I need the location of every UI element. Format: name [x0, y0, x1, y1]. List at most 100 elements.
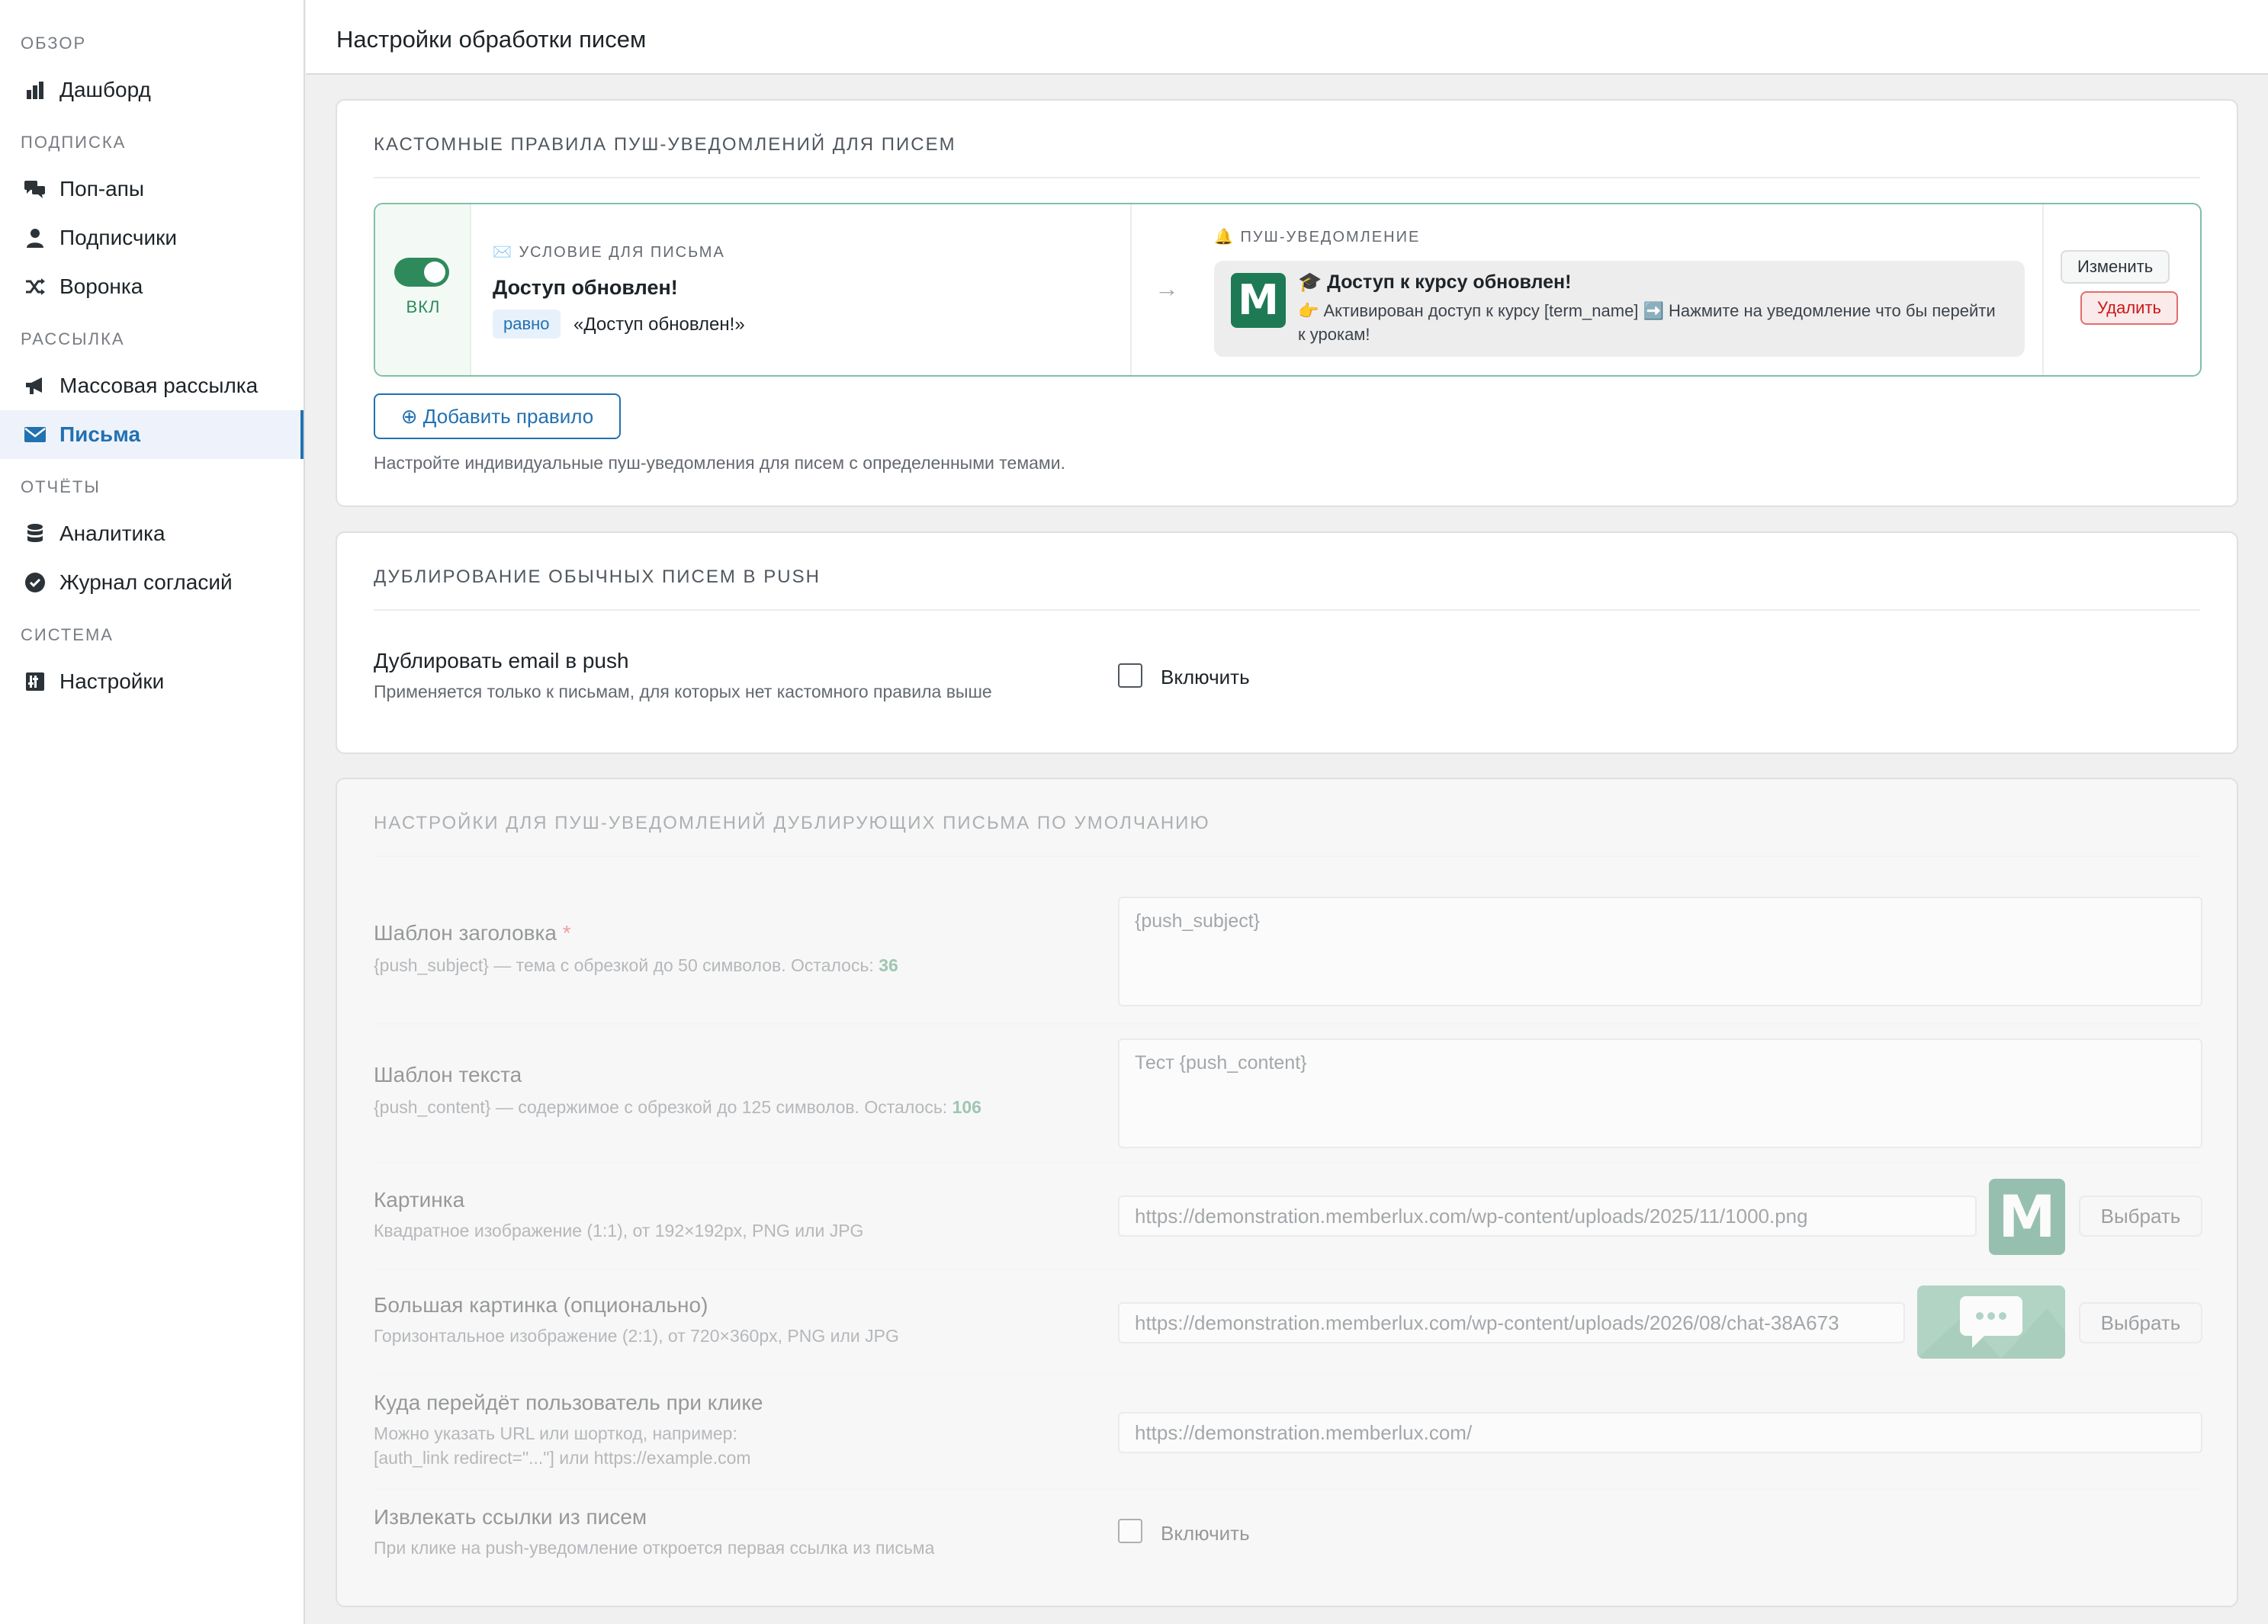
duplicate-label: Дублировать email в push — [374, 649, 629, 672]
sidebar-item-label: Журнал согласий — [59, 570, 233, 594]
text-template-label: Шаблон текста — [374, 1063, 522, 1086]
required-marker: * — [562, 921, 571, 945]
click-url-label: Куда перейдёт пользователь при клике — [374, 1391, 763, 1414]
row-divider — [374, 1269, 2200, 1270]
bar-chart-icon — [23, 78, 47, 102]
extract-links-label: Извлекать ссылки из писем — [374, 1505, 647, 1529]
sidebar: ОБЗОР Дашборд ПОДПИСКА Поп-апы Подписчик… — [0, 0, 305, 1624]
sidebar-item-label: Дашборд — [59, 78, 151, 101]
custom-rules-help: Настройте индивидуальные пуш-уведомления… — [374, 453, 1065, 473]
click-url-hint-line1: Можно указать URL или шорткод, например: — [374, 1423, 737, 1443]
extract-links-hint: При клике на push-уведомление откроется … — [374, 1538, 935, 1558]
sidebar-item-letters[interactable]: Письма — [0, 410, 304, 459]
extract-links-checkbox[interactable] — [1118, 1519, 1142, 1543]
extract-links-checkbox-label[interactable]: Включить — [1161, 1522, 1250, 1545]
sidebar-item-label: Воронка — [59, 274, 143, 298]
sidebar-item-label: Письма — [59, 422, 141, 446]
arrow-right-icon: → — [1155, 274, 1179, 302]
sidebar-item-popups[interactable]: Поп-апы — [0, 165, 304, 213]
memberlux-logo-icon: M — [1231, 273, 1286, 328]
text-template-hint: {push_content} — содержимое с обрезкой д… — [374, 1095, 981, 1119]
user-icon — [23, 226, 47, 250]
big-image-label: Большая картинка (опционально) — [374, 1293, 708, 1317]
push-heading: 🔔 ПУШ-УВЕДОМЛЕНИЕ — [1214, 229, 1421, 246]
click-url-input[interactable]: https://demonstration.memberlux.com/ — [1118, 1412, 2202, 1453]
sidebar-section-system: СИСТЕМА — [21, 625, 114, 644]
toggle-knob — [424, 262, 445, 283]
sidebar-section-reports: ОТЧЁТЫ — [21, 477, 101, 496]
push-title: 🎓 Доступ к курсу обновлен! — [1298, 271, 1572, 293]
sidebar-item-label: Аналитика — [59, 522, 165, 545]
subject-template-textarea[interactable]: {push_subject} — [1118, 897, 2202, 1006]
sidebar-item-label: Настройки — [59, 669, 165, 693]
check-circle-icon — [23, 570, 47, 595]
big-image-hint: Горизонтальное изображение (2:1), от 720… — [374, 1326, 899, 1346]
sidebar-item-analytics[interactable]: Аналитика — [0, 509, 304, 558]
divider — [374, 855, 2200, 857]
sidebar-item-label: Поп-апы — [59, 177, 145, 201]
sidebar-section-subscription: ПОДПИСКА — [21, 133, 127, 152]
custom-rules-card: КАСТОМНЫЕ ПРАВИЛА ПУШ-УВЕДОМЛЕНИЙ ДЛЯ ПИ… — [336, 99, 2238, 507]
duplicate-card: ДУБЛИРОВАНИЕ ОБЫЧНЫХ ПИСЕМ В PUSH Дублир… — [336, 531, 2238, 754]
image-preview-thumbnail: M — [1989, 1179, 2065, 1255]
megaphone-icon — [23, 374, 47, 398]
sidebar-item-label: Массовая рассылка — [59, 374, 259, 397]
image-hint: Квадратное изображение (1:1), от 192×192… — [374, 1221, 864, 1240]
sidebar-item-consent-log[interactable]: Журнал согласий — [0, 558, 304, 607]
column-separator — [1130, 204, 1132, 375]
custom-rules-title: КАСТОМНЫЕ ПРАВИЛА ПУШ-УВЕДОМЛЕНИЙ ДЛЯ ПИ… — [374, 134, 956, 155]
column-separator — [2042, 204, 2044, 375]
database-icon — [23, 522, 47, 546]
push-preview: M 🎓 Доступ к курсу обновлен! 👉 Активиров… — [1214, 261, 2025, 357]
subject-template-hint: {push_subject} — тема с обрезкой до 50 с… — [374, 953, 898, 977]
image-url-input[interactable]: https://demonstration.memberlux.com/wp-c… — [1118, 1196, 1977, 1237]
subject-remaining-count: 36 — [879, 955, 898, 975]
condition-name: Доступ обновлен! — [493, 276, 678, 299]
operator-badge: равно — [493, 310, 561, 339]
sidebar-item-dashboard[interactable]: Дашборд — [0, 66, 304, 114]
defaults-card: НАСТРОЙКИ ДЛЯ ПУШ-УВЕДОМЛЕНИЙ ДУБЛИРУЮЩИ… — [336, 778, 2238, 1607]
choose-image-button[interactable]: Выбрать — [2079, 1196, 2202, 1237]
add-rule-button[interactable]: ⊕ Добавить правило — [374, 393, 621, 439]
divider — [374, 609, 2200, 611]
rule-toggle-column: ВКЛ — [375, 204, 471, 375]
sidebar-item-settings[interactable]: Настройки — [0, 657, 304, 706]
big-image-url-input[interactable]: https://demonstration.memberlux.com/wp-c… — [1118, 1302, 1905, 1343]
text-remaining-count: 106 — [952, 1097, 981, 1117]
page-title: Настройки обработки писем — [336, 26, 647, 53]
settings-panel-icon — [23, 669, 47, 694]
duplicate-hint: Применяется только к письмам, для которы… — [374, 682, 992, 701]
divider — [374, 177, 2200, 178]
shuffle-icon — [23, 274, 47, 299]
row-divider — [374, 1488, 2200, 1490]
rule-enabled-toggle[interactable] — [394, 258, 449, 287]
big-image-preview-thumbnail — [1917, 1285, 2065, 1359]
text-template-textarea[interactable]: Тест {push_content} — [1118, 1038, 2202, 1148]
toggle-state-label: ВКЛ — [406, 297, 441, 316]
sidebar-item-funnel[interactable]: Воронка — [0, 262, 304, 311]
condition-value: «Доступ обновлен!» — [573, 314, 745, 335]
subject-hint-text: {push_subject} — тема с обрезкой до 50 с… — [374, 955, 874, 975]
sidebar-item-subscribers[interactable]: Подписчики — [0, 213, 304, 262]
sidebar-item-mass-mailing[interactable]: Массовая рассылка — [0, 361, 304, 410]
edit-rule-button[interactable]: Изменить — [2061, 250, 2170, 284]
chat-bubble-icon — [1917, 1296, 2065, 1359]
delete-rule-button[interactable]: Удалить — [2080, 291, 2178, 325]
row-divider — [374, 1162, 2200, 1163]
defaults-title: НАСТРОЙКИ ДЛЯ ПУШ-УВЕДОМЛЕНИЙ ДУБЛИРУЮЩИ… — [374, 813, 1210, 833]
duplicate-checkbox[interactable] — [1118, 663, 1142, 688]
row-divider — [374, 1374, 2200, 1375]
envelope-icon — [23, 422, 47, 447]
chat-bubbles-icon — [23, 177, 47, 201]
choose-big-image-button[interactable]: Выбрать — [2079, 1302, 2202, 1343]
duplicate-checkbox-label[interactable]: Включить — [1161, 666, 1250, 689]
text-hint-text: {push_content} — содержимое с обрезкой д… — [374, 1097, 948, 1117]
row-divider — [374, 1023, 2200, 1025]
push-body: 👉 Активирован доступ к курсу [term_name]… — [1298, 301, 1996, 344]
condition-heading: ✉️ УСЛОВИЕ ДЛЯ ПИСЬМА — [493, 244, 725, 261]
sidebar-item-label: Подписчики — [59, 226, 178, 249]
click-url-hint-line2: [auth_link redirect="..."] или https://e… — [374, 1448, 751, 1468]
duplicate-title: ДУБЛИРОВАНИЕ ОБЫЧНЫХ ПИСЕМ В PUSH — [374, 566, 821, 587]
sidebar-section-overview: ОБЗОР — [21, 34, 87, 53]
subject-template-label-text: Шаблон заголовка — [374, 921, 557, 945]
